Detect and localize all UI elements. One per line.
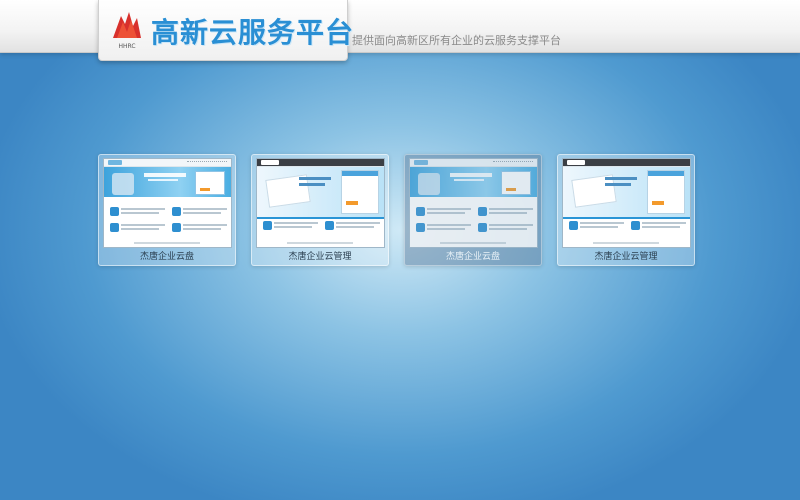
logo-tab[interactable]: HHRC 高新云服务平台 (98, 0, 353, 61)
cloud-manage-thumbnail (256, 158, 385, 248)
service-card-disk-2[interactable]: 杰唐企业云盘 (404, 154, 542, 266)
cloud-disk-thumbnail (103, 158, 232, 248)
service-card-list: 杰唐企业云盘 杰唐企业云管理 杰唐企业云盘 杰唐企业云管理 (0, 154, 800, 266)
card-label: 杰唐企业云盘 (139, 252, 194, 262)
logo-caption: HHRC (118, 43, 135, 50)
platform-title: 高新云服务平台 (151, 16, 355, 49)
card-label: 杰唐企业云管理 (288, 252, 352, 262)
cloud-disk-thumbnail (409, 158, 538, 248)
cloud-manage-thumbnail (562, 158, 691, 248)
service-card-disk-1[interactable]: 杰唐企业云盘 (98, 154, 236, 266)
service-card-manage-2[interactable]: 杰唐企业云管理 (557, 154, 695, 266)
platform-tagline: 提供面向高新区所有企业的云服务支撑平台 (352, 34, 561, 47)
service-card-manage-1[interactable]: 杰唐企业云管理 (251, 154, 389, 266)
hhrc-logo-icon: HHRC (113, 12, 141, 50)
card-label: 杰唐企业云管理 (594, 252, 658, 262)
card-label: 杰唐企业云盘 (445, 252, 500, 262)
